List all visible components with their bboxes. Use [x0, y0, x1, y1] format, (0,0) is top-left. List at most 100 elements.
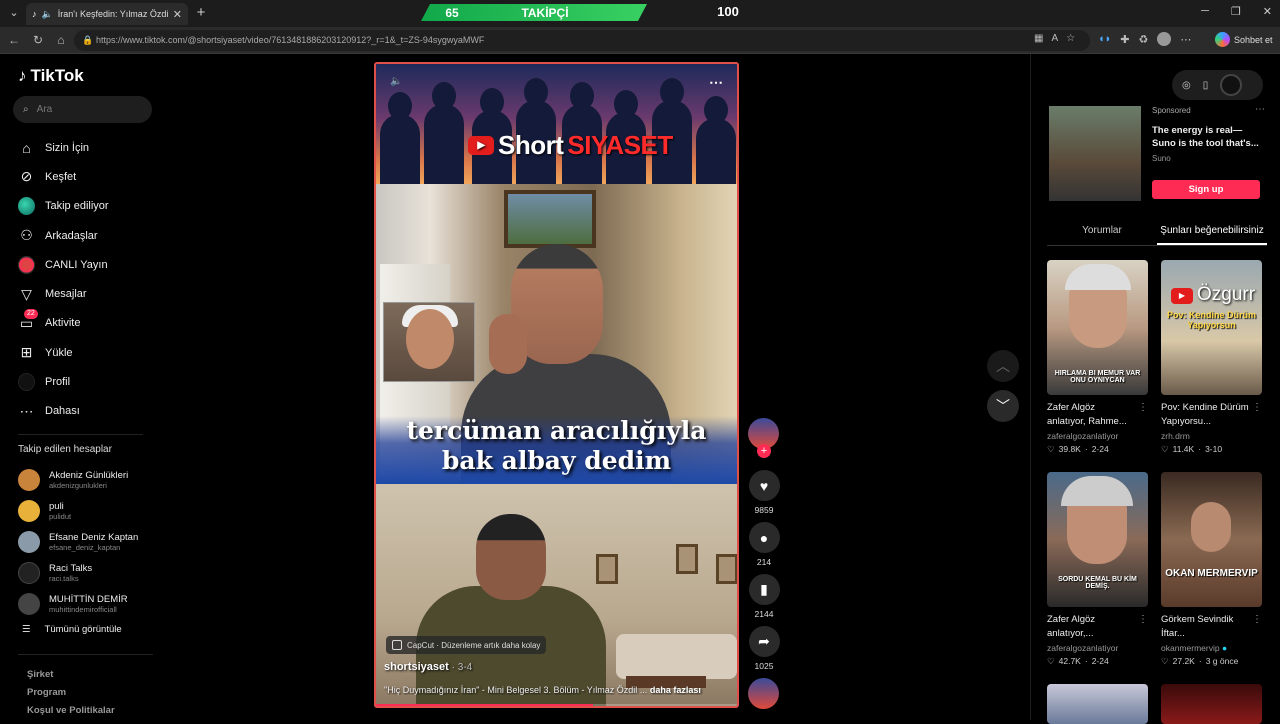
url-field[interactable]: 🔒 https://www.tiktok.com/@shortsiyaset/v… — [74, 30, 1090, 51]
account-item[interactable]: Akdeniz Günlükleri akdenizgunlukleri — [18, 464, 138, 495]
account-item[interactable]: Efsane Deniz Kaptan efsane_deniz_kaptan — [18, 526, 138, 557]
translate-icon[interactable]: A — [1051, 33, 1058, 44]
card-more-icon[interactable]: ⋮ — [1252, 401, 1262, 415]
stat-separator: · — [1084, 656, 1088, 666]
recommended-card[interactable] — [1161, 684, 1262, 724]
sidebar-item-activity[interactable]: ▭ 22 Aktivite — [18, 308, 109, 338]
footer-link-company[interactable]: Şirket — [27, 666, 115, 684]
minimize-icon[interactable]: ─ — [1201, 5, 1209, 18]
save-button[interactable]: ▮ 2144 — [748, 574, 780, 619]
account-item[interactable]: puli pulidut — [18, 495, 138, 526]
sidebar-item-explore[interactable]: ⊘ Keşfet — [18, 162, 109, 191]
recommended-card[interactable]: ▶ Özgurr Pov: Kendine Dürüm Yapıyorsun P… — [1161, 260, 1262, 455]
sidebar-item-for-you[interactable]: ⌂ Sizin İçin — [18, 133, 109, 162]
card-thumbnail: HIRLAMA BI MEMUR VAR ONU OYNIYCAN — [1047, 260, 1148, 395]
close-tab-icon[interactable]: ✕ — [173, 8, 182, 21]
channel-banner: ▶ Short SIYASET 🔈 ⋯ — [376, 64, 737, 184]
sign-up-button[interactable]: Sign up — [1152, 180, 1260, 199]
sidebar-item-live[interactable]: CANLI Yayın — [18, 250, 109, 279]
recommended-card[interactable]: OKAN MERMERVIP Görkem Sevindik İftar... ⋮… — [1161, 472, 1262, 667]
tab-list-chevron-icon[interactable]: ⌄ — [4, 4, 24, 22]
footer-link-terms[interactable]: Koşul ve Politikalar — [27, 702, 115, 720]
video-progress-bar[interactable] — [376, 704, 737, 706]
avatar — [18, 561, 40, 584]
card-thumbnail: SORDU KEMAL BU KİM DEMİŞ. — [1047, 472, 1148, 607]
tab-comments[interactable]: Yorumlar — [1047, 224, 1157, 245]
capcut-tag[interactable]: CapCut · Düzenleme artık daha kolay — [386, 636, 547, 654]
recommended-card[interactable] — [1047, 684, 1148, 724]
recommended-card[interactable]: SORDU KEMAL BU KİM DEMİŞ. Zafer Algöz an… — [1047, 472, 1148, 667]
bookmark-icon: ▮ — [748, 574, 780, 605]
account-name: puli — [49, 500, 64, 512]
collections-icon[interactable]: ♻ — [1139, 33, 1149, 46]
maximize-icon[interactable]: ❐ — [1231, 5, 1241, 18]
phone-icon[interactable]: ▯ — [1203, 80, 1209, 91]
volume-icon[interactable]: 🔈 — [390, 76, 402, 87]
tab-you-may-like[interactable]: Şunları beğenebilirsiniz — [1157, 224, 1267, 245]
account-item[interactable]: Raci Talks raci.talks — [18, 557, 138, 588]
profile-icon-browser[interactable] — [1157, 32, 1172, 46]
recommended-card[interactable]: HIRLAMA BI MEMUR VAR ONU OYNIYCAN Zafer … — [1047, 260, 1148, 455]
ad-more-icon[interactable]: ⋯ — [1255, 104, 1265, 115]
card-author[interactable]: okanmermervip ● — [1161, 643, 1262, 653]
card-more-icon[interactable]: ⋮ — [1138, 401, 1148, 415]
footer-link-program[interactable]: Program — [27, 684, 115, 702]
extensions-icon[interactable]: ✚ — [1120, 33, 1129, 46]
creator-avatar[interactable]: + — [748, 418, 780, 458]
sidebar-item-messages[interactable]: ▽ Mesajlar — [18, 279, 109, 308]
card-author[interactable]: zaferalgozanlatiyor — [1047, 431, 1148, 441]
share-count: 1025 — [754, 661, 774, 671]
sidebar-item-upload[interactable]: ⊞ Yükle — [18, 338, 109, 367]
new-tab-button[interactable]: + — [193, 3, 209, 23]
thumbnail-caption: HIRLAMA BI MEMUR VAR ONU OYNIYCAN — [1054, 370, 1141, 384]
description-text: "Hiç Duymadığınız İran" - Mini Belgesel … — [384, 685, 648, 695]
sidebar-item-friends[interactable]: ⚇ Arkadaşlar — [18, 221, 109, 250]
sidebar-divider — [18, 654, 153, 655]
sidebar-item-profile[interactable]: Profil — [18, 367, 109, 396]
see-more-link[interactable]: daha fazlası — [650, 685, 701, 695]
reload-icon[interactable]: ↻ — [30, 32, 46, 48]
video-player[interactable]: ▶ Short SIYASET 🔈 ⋯ tercüman aracılığıyla… — [374, 62, 739, 708]
follow-plus-icon[interactable]: + — [757, 444, 771, 458]
card-author[interactable]: zrh.drm — [1161, 431, 1262, 441]
video-author[interactable]: shortsiyaset · 3-4 — [384, 661, 472, 673]
card-title-text: Pov: Kendine Dürüm Yapıyorsu... — [1161, 402, 1249, 427]
account-item[interactable]: MUHİTTİN DEMİR muhittindemirofficiall — [18, 588, 138, 619]
account-handle: akdenizgunlukleri — [49, 480, 107, 490]
speaker-icon[interactable]: 🔈 — [42, 9, 53, 20]
card-more-icon[interactable]: ⋮ — [1252, 613, 1262, 627]
tiktok-logo[interactable]: ♪ TikTok — [18, 66, 84, 86]
like-button[interactable]: ♥ 9859 — [748, 470, 780, 515]
video-more-icon[interactable]: ⋯ — [709, 74, 723, 91]
card-date: 3 g önce — [1205, 656, 1239, 666]
copilot-chat-button[interactable]: Sohbet et — [1215, 32, 1273, 47]
send-icon: ▽ — [21, 285, 32, 302]
card-author[interactable]: zaferalgozanlatiyor — [1047, 643, 1148, 653]
toggle-ring-icon[interactable] — [1220, 74, 1243, 96]
next-creator-avatar[interactable] — [748, 678, 780, 709]
comment-button[interactable]: ● 214 — [748, 522, 780, 567]
apps-icon[interactable]: ▦ — [1034, 33, 1043, 44]
tiktok-favicon-icon: ♪ — [32, 9, 37, 19]
settings-more-icon[interactable]: ⋯ — [1180, 33, 1191, 46]
more-icon: ⋯ — [19, 402, 34, 419]
next-video-button[interactable]: ﹀ — [987, 390, 1019, 422]
logo-part-a: Short — [498, 130, 564, 160]
card-more-icon[interactable]: ⋮ — [1138, 613, 1148, 627]
search-input[interactable]: ⌕ Ara — [13, 96, 152, 123]
share-button[interactable]: ➦ 1025 — [748, 626, 780, 671]
tab-title: İran'ı Keşfedin: Yılmaz Özdil ile — [57, 9, 168, 19]
sponsored-ad[interactable]: Sponsored ⋯ The energy is real—Suno is t… — [1049, 104, 1269, 201]
see-all-button[interactable]: ☰ Tümünü görüntüle — [22, 624, 122, 635]
favorite-icon[interactable]: ☆ — [1066, 33, 1075, 44]
like-count: 9859 — [754, 505, 774, 515]
home-browser-icon[interactable]: ⌂ — [53, 32, 69, 48]
autoscroll-icon[interactable]: ◎ — [1182, 80, 1191, 91]
previous-video-button[interactable]: ︿ — [987, 350, 1019, 382]
close-window-icon[interactable]: ✕ — [1263, 5, 1272, 18]
browser-tab[interactable]: ♪ 🔈 İran'ı Keşfedin: Yılmaz Özdil ile ✕ — [26, 3, 188, 25]
back-icon[interactable]: ← — [6, 32, 22, 48]
sidebar-item-following[interactable]: Takip ediliyor — [18, 192, 109, 221]
read-aloud-icon[interactable]: ◖◗ — [1098, 33, 1111, 45]
sidebar-item-more[interactable]: ⋯ Dahası — [18, 397, 109, 426]
